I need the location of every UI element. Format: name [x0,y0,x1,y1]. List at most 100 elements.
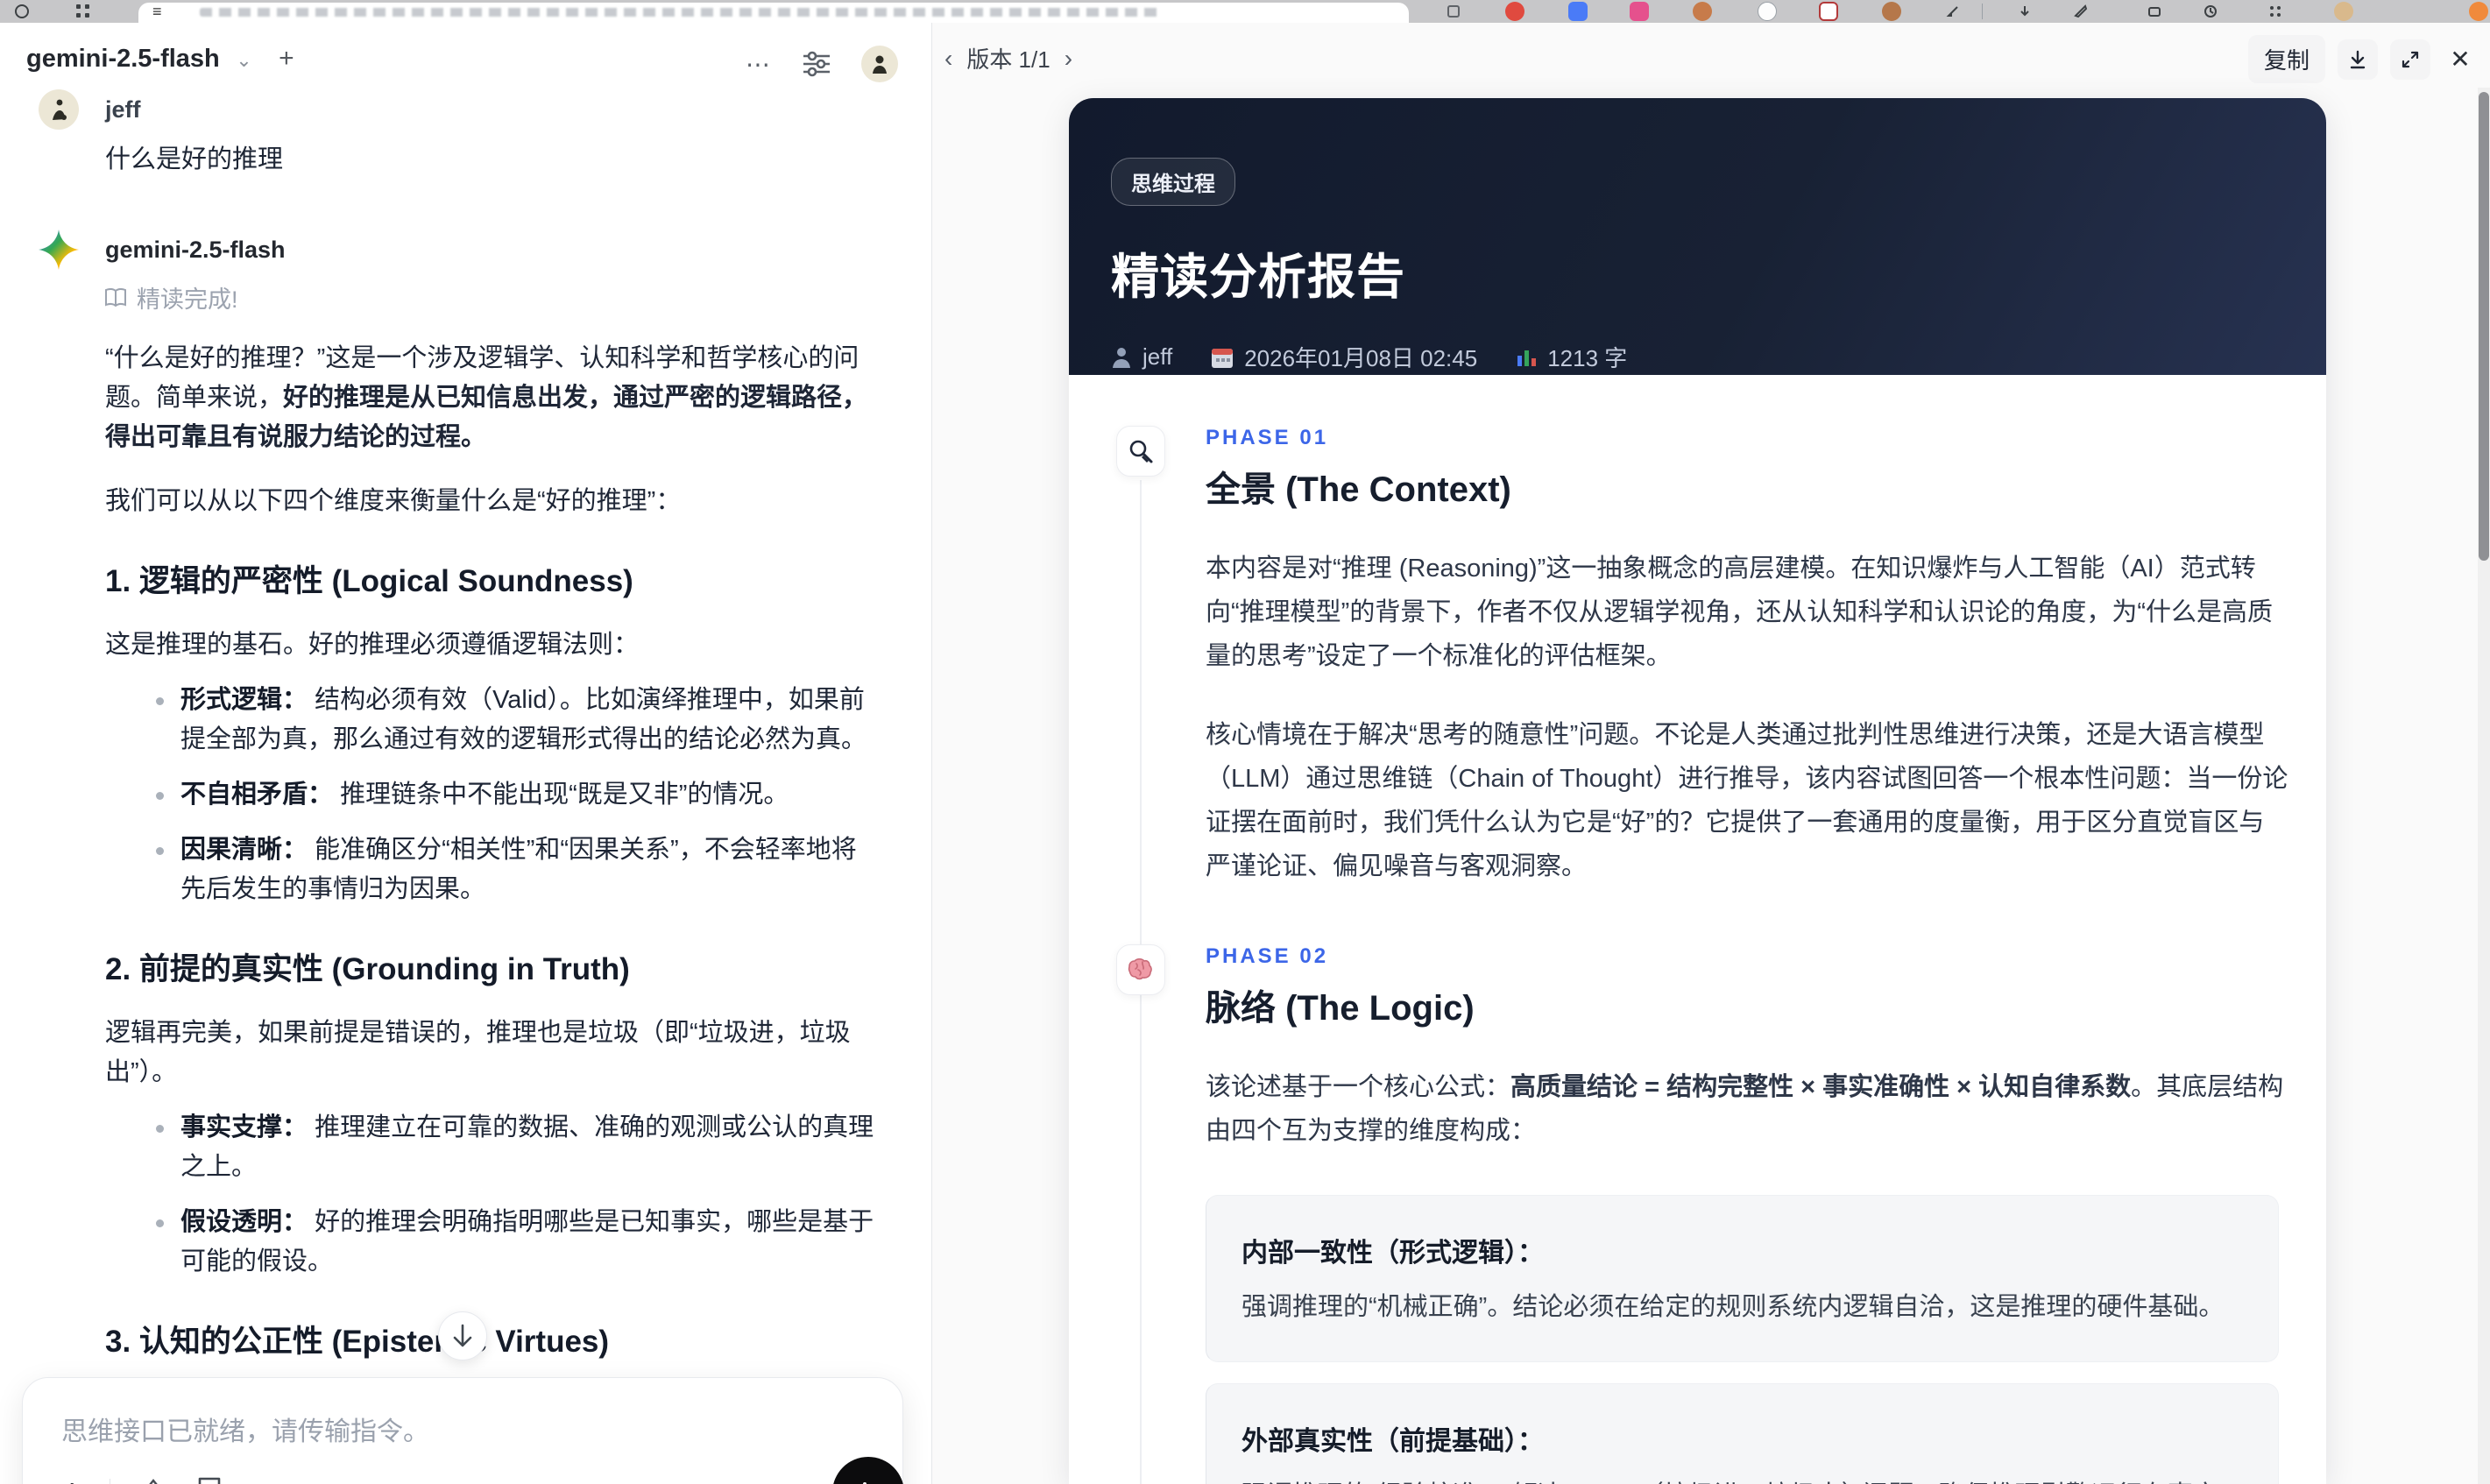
scroll-to-bottom-button[interactable] [438,1311,487,1360]
report-author: jeff [1111,343,1172,371]
section-3-heading: 3. 认知的公正性 (Epistemic Virtues) [105,1325,610,1359]
person-icon [1113,347,1130,368]
extension-tan-icon[interactable] [1882,2,1901,21]
toolbar-tool-icon-2[interactable] [2071,2,2090,21]
phase-2-label: PHASE 02 [1206,944,1329,968]
overview-paragraph: 我们可以从以下四个维度来衡量什么是“好的推理”： [105,487,682,515]
waveform-icon [863,1482,867,1484]
report-date: 2026年01月08日 02:45 [1211,341,1477,373]
toolbar-tool-icon-1[interactable] [2015,2,2034,21]
jeff-avatar [39,89,79,130]
phase-1-paragraph-1: 本内容是对“推理 (Reasoning)”这一抽象概念的高层建模。在知识爆炸与人… [1206,555,2273,670]
list-item: 形式逻辑： 结构必须有效（Valid）。比如演绎推理中，如果前提全部为真，那么通… [105,681,876,760]
prev-version-button[interactable]: ‹ [944,45,952,73]
address-url-text[interactable] [200,8,1164,17]
user-avatar[interactable] [861,46,898,82]
intro-paragraph: “什么是好的推理？”这是一个涉及逻辑学、认知科学和哲学核心的问题。简单来说，好的… [105,344,868,451]
extension-seal-icon[interactable] [1819,2,1838,21]
status-line: 精读完成! [105,280,876,314]
expand-button[interactable] [2390,39,2430,80]
gemini-star-icon [39,230,79,270]
voice-input-button[interactable] [832,1457,904,1484]
section-2-heading: 2. 前提的真实性 (Grounding in Truth) [105,952,630,986]
phase-2-intro: 该论述基于一个核心公式：高质量结论 = 结构完整性 × 事实准确性 × 认知自律… [1206,1073,2284,1145]
bar-chart-icon [1517,350,1537,366]
effects-sparkle-icon[interactable] [137,1475,170,1484]
model-title: gemini-2.5-flash [26,45,220,73]
tab-menu-icon[interactable]: ≡ [152,3,162,21]
section-1-intro: 这是推理的基石。好的推理必须遵循逻辑法则： [105,631,640,659]
phase-1-label: PHASE 01 [1206,426,1329,449]
message-composer[interactable]: 思维接口已就绪，请传输指令。 + [22,1377,904,1484]
expand-icon [2402,51,2419,67]
user-message-text: 什么是好的推理 [105,145,284,173]
browser-tab[interactable]: ≡ [138,3,1409,23]
phase-1-paragraph-2: 核心情境在于解决“思考的随意性”问题。不论是人类通过批判性思维进行决策，还是大语… [1206,721,2288,880]
user-name: jeff [105,96,141,123]
open-book-icon [105,287,126,307]
settings-sliders-icon[interactable] [802,51,831,77]
chat-panel: gemini-2.5-flash ⌄ + ⋯ jeff 什么是好的推理 gemi… [0,23,931,1484]
scrollbar-track[interactable] [2478,88,2490,1484]
apps-grid-icon[interactable] [74,2,93,21]
report-title: 精读分析报告 [1111,250,1406,304]
dimension-card-internal-consistency: 内部一致性（形式逻辑）： 强调推理的“机械正确”。结论必须在给定的规则系统内逻辑… [1206,1195,2279,1362]
copy-button[interactable]: 复制 [2247,35,2325,83]
section-1-heading: 1. 逻辑的严密性 (Logical Soundness) [105,564,633,598]
toolbar-tool-icon-3[interactable] [2145,2,2164,21]
model-selector[interactable]: gemini-2.5-flash ⌄ [26,45,256,73]
new-chat-button[interactable]: + [279,44,294,73]
chevron-down-icon: ⌄ [236,49,252,71]
report-document: 思维过程 精读分析报告 jeff 2026年01月08日 02:45 1213 … [1069,98,2326,1484]
preview-toolbar: ‹ 版本 1/1 › 复制 ✕ [932,23,2490,88]
report-word-count: 1213 字 [1516,341,1627,373]
browser-profile-icon[interactable] [12,2,32,21]
browser-chrome-bar: ≡ [0,0,2490,23]
extension-red-icon[interactable] [1505,2,1524,21]
extension-pink-icon[interactable] [1630,2,1649,21]
toolbar-tool-icon-5[interactable] [2266,2,2285,21]
extension-book-icon[interactable] [1444,2,1463,21]
assistant-message: gemini-2.5-flash 精读完成! “什么是好的推理？”这是一个涉及逻… [39,230,876,1484]
version-label: 版本 1/1 [966,46,1050,73]
panel-divider [931,23,932,1484]
list-item: 不自相矛盾： 推理链条中不能出现“既是又非”的情况。 [105,775,876,815]
attach-plus-button[interactable]: + [61,1473,83,1484]
list-item: 假设透明： 好的推理会明确指明哪些是已知事实，哪些是基于可能的假设。 [105,1203,876,1282]
download-button[interactable] [2338,39,2378,80]
brain-icon [1116,944,1165,995]
report-body: PHASE 01 全景 (The Context) 本内容是对“推理 (Reas… [1069,375,2326,1484]
extension-blue-icon[interactable] [1568,2,1588,21]
message-list: jeff 什么是好的推理 gemini-2.5-flash 精读完成! “什么是… [0,89,931,1484]
status-text: 精读完成! [137,286,238,313]
report-header: 思维过程 精读分析报告 jeff 2026年01月08日 02:45 1213 … [1069,98,2326,375]
extension-brown-icon[interactable] [1693,2,1712,21]
toolbar-tool-icon-4[interactable] [2201,2,2220,21]
preview-panel: ‹ 版本 1/1 › 复制 ✕ 思维过程 精读分析报告 jeff 2026年01… [932,23,2490,1484]
phase-1-title: 全景 (The Context) [1206,470,1511,509]
phase-1-section: PHASE 01 全景 (The Context) 本内容是对“推理 (Reas… [1116,426,2288,888]
phase-2-title: 脉络 (The Logic) [1206,989,1475,1028]
more-menu-button[interactable]: ⋯ [746,50,772,79]
list-item: 因果清晰： 能准确区分“相关性”和“因果关系”，不会轻率地将先后发生的事情归为因… [105,830,876,909]
chrome-profile-avatar[interactable] [2334,2,2353,21]
report-badge: 思维过程 [1111,158,1235,206]
arrow-down-icon [453,1324,472,1347]
extension-pen-icon[interactable] [1943,2,1963,21]
bookmark-icon[interactable] [196,1475,223,1484]
close-button[interactable]: ✕ [2443,45,2478,74]
magnifier-icon [1116,426,1165,477]
chat-header: gemini-2.5-flash ⌄ + ⋯ [0,23,931,88]
extension-panda-icon[interactable] [1758,2,1777,21]
next-version-button[interactable]: › [1065,45,1072,73]
calendar-icon [1212,348,1234,368]
section-2-intro: 逻辑再完美，如果前提是错误的，推理也是垃圾（即“垃圾进，垃圾出”）。 [105,1019,851,1086]
scrollbar-thumb[interactable] [2479,92,2489,561]
chrome-corner-icon[interactable] [2469,2,2488,21]
version-navigator: ‹ 版本 1/1 › [944,42,1072,74]
phase-2-section: PHASE 02 脉络 (The Logic) 该论述基于一个核心公式：高质量结… [1116,944,2283,1484]
composer-placeholder[interactable]: 思维接口已就绪，请传输指令。 [61,1410,864,1448]
list-item: 事实支撑： 推理建立在可靠的数据、准确的观测或公认的真理之上。 [105,1108,876,1187]
dimension-card-external-truth: 外部真实性（前提基础）： 强调推理的“经验校准”。解决“GIGO（垃圾进，垃圾出… [1206,1383,2279,1484]
assistant-name: gemini-2.5-flash [105,237,286,263]
